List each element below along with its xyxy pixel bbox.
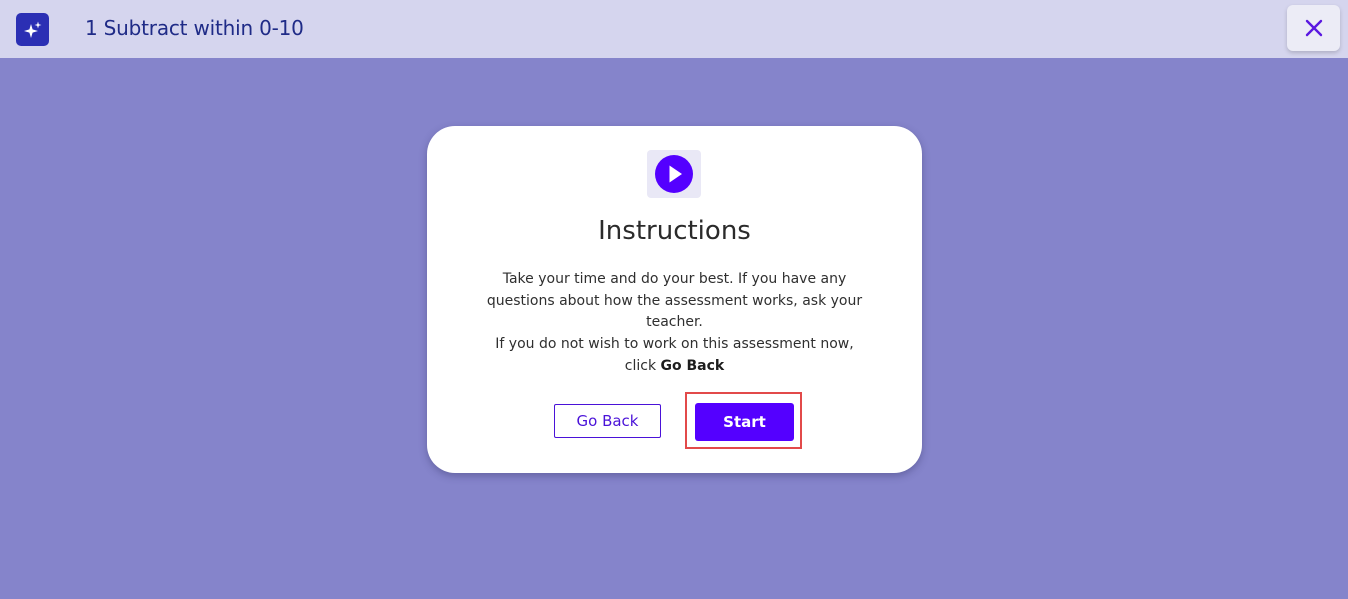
- instructions-dialog: Instructions Take your time and do your …: [427, 126, 922, 473]
- go-back-button[interactable]: Go Back: [554, 404, 661, 438]
- instructions-text: Take your time and do your best. If you …: [482, 269, 867, 378]
- start-button[interactable]: Start: [695, 403, 794, 441]
- dialog-title: Instructions: [598, 216, 751, 246]
- close-icon: [1305, 19, 1322, 37]
- page-title: 1 Subtract within 0-10: [85, 16, 304, 40]
- close-button[interactable]: [1287, 5, 1340, 51]
- instructions-go-back-emphasis: Go Back: [660, 357, 725, 374]
- play-circle-icon: [655, 155, 693, 193]
- sparkles-icon: [16, 13, 49, 46]
- top-bar: 1 Subtract within 0-10: [0, 0, 1348, 58]
- instructions-line-1: Take your time and do your best. If you …: [486, 271, 863, 331]
- play-icon-tile: [647, 150, 701, 198]
